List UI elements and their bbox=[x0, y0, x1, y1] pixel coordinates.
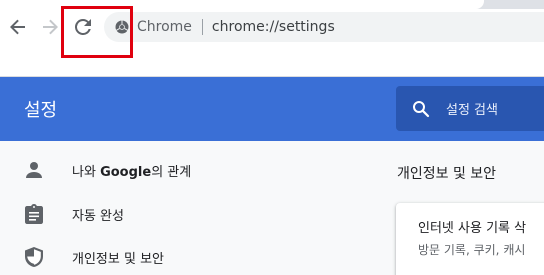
tab-strip bbox=[0, 0, 544, 9]
page-title: 설정 bbox=[24, 100, 58, 121]
section-title: 개인정보 및 보안 bbox=[397, 166, 497, 182]
address-bar[interactable]: Chrome chrome://settings bbox=[104, 12, 544, 42]
reload-icon bbox=[75, 19, 91, 35]
forward-button[interactable] bbox=[34, 11, 66, 43]
browser-toolbar: Chrome chrome://settings bbox=[0, 9, 544, 47]
shield-icon bbox=[24, 247, 44, 267]
chrome-logo-icon bbox=[114, 19, 130, 35]
settings-search-input[interactable]: 설정 검색 bbox=[396, 86, 544, 131]
omnibox-divider bbox=[201, 19, 203, 35]
search-placeholder: 설정 검색 bbox=[446, 103, 498, 118]
sidebar-item-label: 개인정보 및 보안 bbox=[72, 251, 164, 267]
toolbar-spacer bbox=[0, 47, 544, 77]
sidebar-item-autofill[interactable]: 자동 완성 bbox=[0, 194, 370, 234]
card-title: 인터넷 사용 기록 삭 bbox=[418, 221, 527, 236]
sidebar-item-label: 나와 Google의 관계 bbox=[72, 161, 191, 180]
reload-button[interactable] bbox=[67, 11, 99, 43]
settings-content: 나와 Google의 관계 자동 완성 개인정보 및 보안 개인정보 및 보안 … bbox=[0, 141, 544, 275]
arrow-right-icon bbox=[43, 19, 58, 35]
url-text[interactable]: chrome://settings bbox=[212, 19, 335, 35]
sidebar-item-label: 자동 완성 bbox=[72, 208, 124, 224]
sidebar-item-you-and-google[interactable]: 나와 Google의 관계 bbox=[0, 150, 370, 190]
person-icon bbox=[24, 160, 44, 180]
clipboard-icon bbox=[24, 204, 44, 224]
site-chip-label: Chrome bbox=[137, 19, 192, 35]
search-icon bbox=[412, 100, 430, 118]
label-suffix: 의 관계 bbox=[151, 164, 192, 180]
card-subtitle: 방문 기록, 쿠키, 캐시 bbox=[418, 243, 526, 257]
settings-header: 설정 설정 검색 bbox=[0, 77, 544, 141]
clear-browsing-data-card[interactable]: 인터넷 사용 기록 삭 방문 기록, 쿠키, 캐시 bbox=[396, 203, 544, 275]
label-bold: Google bbox=[100, 164, 152, 180]
back-button[interactable] bbox=[2, 11, 34, 43]
label-prefix: 나와 bbox=[72, 164, 101, 180]
active-tab-edge bbox=[0, 0, 484, 9]
sidebar-item-privacy-security[interactable]: 개인정보 및 보안 bbox=[0, 237, 370, 275]
arrow-left-icon bbox=[10, 19, 25, 35]
